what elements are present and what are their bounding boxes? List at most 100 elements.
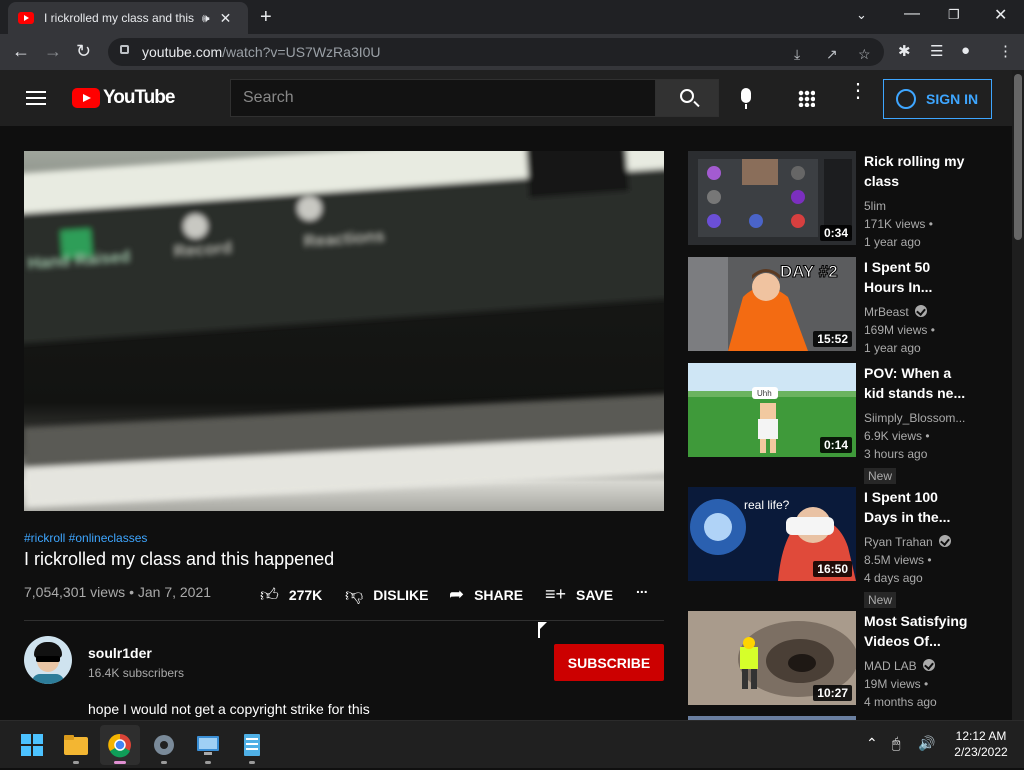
apps-grid-icon[interactable] — [798, 90, 815, 107]
related-channel[interactable]: Ryan Trahan — [864, 535, 951, 549]
related-channel[interactable]: MrBeast — [864, 305, 927, 319]
chrome-icon[interactable] — [100, 725, 140, 765]
microphone-icon[interactable] — [741, 88, 751, 109]
thumbnail-text: DAY #2 — [780, 262, 838, 281]
video-hashtags[interactable]: #rickroll #onlineclasses — [24, 531, 147, 545]
back-icon[interactable]: ← — [12, 41, 30, 62]
close-window-icon[interactable]: ✕ — [994, 5, 1007, 25]
share-button[interactable]: ➦ SHARE — [449, 584, 523, 605]
browser-tab[interactable]: I rickrolled my class and this 🕪 ✕ — [8, 2, 248, 34]
video-thumbnail[interactable]: DAY #2 15:52 — [688, 257, 856, 351]
video-thumbnail[interactable]: 0:34 — [688, 151, 856, 245]
chevron-down-icon[interactable]: ⌄ — [856, 7, 867, 23]
related-video-2[interactable]: DAY #2 15:52 I Spent 50 Hours In... MrBe… — [688, 257, 1008, 357]
related-views: 169M views • — [864, 323, 935, 337]
subscriber-count: 16.4K subscribers — [88, 666, 185, 680]
install-icon[interactable]: ⤓ — [794, 46, 800, 63]
more-options-icon[interactable]: ⋮ — [848, 81, 868, 101]
tab-close-icon[interactable]: ✕ — [220, 10, 232, 27]
sign-in-button[interactable]: SIGN IN — [883, 79, 992, 119]
page-scrollbar[interactable] — [1012, 70, 1024, 720]
video-thumbnail[interactable]: 10:27 — [688, 611, 856, 705]
share-arrow-icon: ➦ — [449, 584, 465, 604]
reload-icon[interactable]: ↻ — [76, 41, 91, 62]
related-channel[interactable]: 5lim — [864, 199, 886, 213]
verified-icon — [922, 659, 935, 671]
new-badge: New — [864, 468, 897, 484]
lock-icon[interactable] — [120, 45, 129, 54]
extensions-icon[interactable]: ✱ — [898, 42, 911, 60]
more-actions-button[interactable]: ... — [636, 580, 648, 596]
volume-icon[interactable]: 🔊 — [918, 735, 935, 752]
related-age: 1 year ago — [864, 341, 921, 355]
video-meta: 7,054,301 views • Jan 7, 2021 — [24, 584, 212, 600]
notepad-icon[interactable] — [232, 725, 272, 765]
thumbs-down-icon: 👎︎ — [345, 585, 364, 605]
speaker-icon[interactable]: 🕪 — [202, 11, 210, 26]
save-button[interactable]: ≡+ SAVE — [545, 584, 613, 605]
related-age: 4 months ago — [864, 695, 937, 709]
related-channel[interactable]: MAD LAB — [864, 659, 935, 673]
scrollbar-thumb[interactable] — [1014, 74, 1022, 240]
thumbnail-text: real life? — [744, 498, 790, 512]
related-title[interactable]: I Spent 50 Hours In... — [864, 257, 974, 297]
related-channel[interactable]: Siimply_Blossom... — [864, 411, 965, 425]
dislike-button[interactable]: 👎︎ DISLIKE — [345, 584, 429, 606]
video-duration: 10:27 — [813, 685, 852, 701]
chevron-up-icon[interactable]: ⌃ — [866, 735, 878, 752]
media-icon[interactable]: ☰ — [930, 42, 943, 60]
channel-name[interactable]: soulr1der — [88, 645, 152, 661]
video-duration: 15:52 — [813, 331, 852, 347]
network-icon[interactable]: 🖱 — [892, 735, 900, 752]
minimize-icon[interactable]: — — [904, 5, 920, 23]
youtube-logo[interactable]: YouTube — [72, 87, 175, 109]
related-age: 1 year ago — [864, 235, 921, 249]
windows-start-icon[interactable] — [12, 725, 52, 765]
related-age: 4 days ago — [864, 571, 923, 585]
related-video-5[interactable]: 10:27 Most Satisfying Videos Of... MAD L… — [688, 611, 1008, 711]
youtube-header: YouTube Search ⋮ SIGN IN — [0, 70, 1012, 126]
search-placeholder: Search — [243, 89, 294, 106]
related-views: 8.5M views • — [864, 553, 932, 567]
channel-avatar[interactable] — [24, 636, 72, 684]
like-count: 277K — [288, 587, 323, 603]
new-tab-button[interactable]: + — [260, 6, 272, 29]
subscribe-button[interactable]: SUBSCRIBE — [554, 644, 664, 681]
related-title[interactable]: Most Satisfying Videos Of... — [864, 611, 974, 651]
hamburger-menu-icon[interactable] — [26, 91, 46, 105]
video-thumbnail[interactable]: Uhh 0:14 — [688, 363, 856, 457]
profile-icon[interactable]: ● — [961, 42, 970, 59]
star-icon[interactable]: ☆ — [858, 46, 871, 63]
search-icon — [680, 89, 694, 103]
playlist-add-icon: ≡+ — [545, 584, 567, 604]
settings-icon[interactable] — [144, 725, 184, 765]
address-bar[interactable]: youtube.com/watch?v=US7WzRa3I0U ⤓ ↗ ☆ — [108, 38, 884, 66]
clock-date: 2/23/2022 — [954, 745, 1008, 759]
search-input[interactable]: Search — [230, 79, 656, 117]
related-title[interactable]: Rick rolling my class — [864, 151, 974, 191]
related-video-4[interactable]: real life? 16:50 I Spent 100 Days in the… — [688, 487, 1008, 608]
video-player[interactable]: Hand Raised Record Reactions — [24, 151, 664, 511]
related-title[interactable]: POV: When a kid stands ne... — [864, 363, 974, 403]
clock-time: 12:12 AM — [955, 729, 1007, 743]
verified-icon — [938, 535, 951, 547]
forward-icon[interactable]: → — [44, 41, 62, 62]
related-video-1[interactable]: 0:34 Rick rolling my class 5lim 171K vie… — [688, 151, 1008, 251]
video-thumbnail[interactable]: real life? 16:50 — [688, 487, 856, 581]
system-clock[interactable]: 12:12 AM 2/23/2022 — [946, 728, 1016, 760]
like-button[interactable]: 👍︎ 277K — [260, 584, 322, 606]
remote-desktop-icon[interactable] — [188, 725, 228, 765]
browser-toolbar: ← → ↻ youtube.com/watch?v=US7WzRa3I0U ⤓ … — [0, 34, 1024, 70]
chrome-menu-icon[interactable]: ⋮ — [998, 42, 1013, 60]
thumbs-up-icon: 👍︎ — [260, 585, 279, 605]
account-icon — [896, 89, 916, 109]
share-icon[interactable]: ↗ — [826, 46, 838, 63]
sign-in-label: SIGN IN — [926, 91, 979, 107]
related-video-3[interactable]: Uhh 0:14 POV: When a kid stands ne... Si… — [688, 363, 1008, 484]
search-button[interactable] — [655, 79, 719, 117]
restore-icon[interactable]: ❐ — [948, 7, 960, 23]
related-age: 3 hours ago — [864, 447, 928, 461]
browser-tab-strip: I rickrolled my class and this 🕪 ✕ + ⌄ —… — [0, 0, 1024, 34]
file-explorer-icon[interactable] — [56, 725, 96, 765]
related-title[interactable]: I Spent 100 Days in the... — [864, 487, 974, 527]
